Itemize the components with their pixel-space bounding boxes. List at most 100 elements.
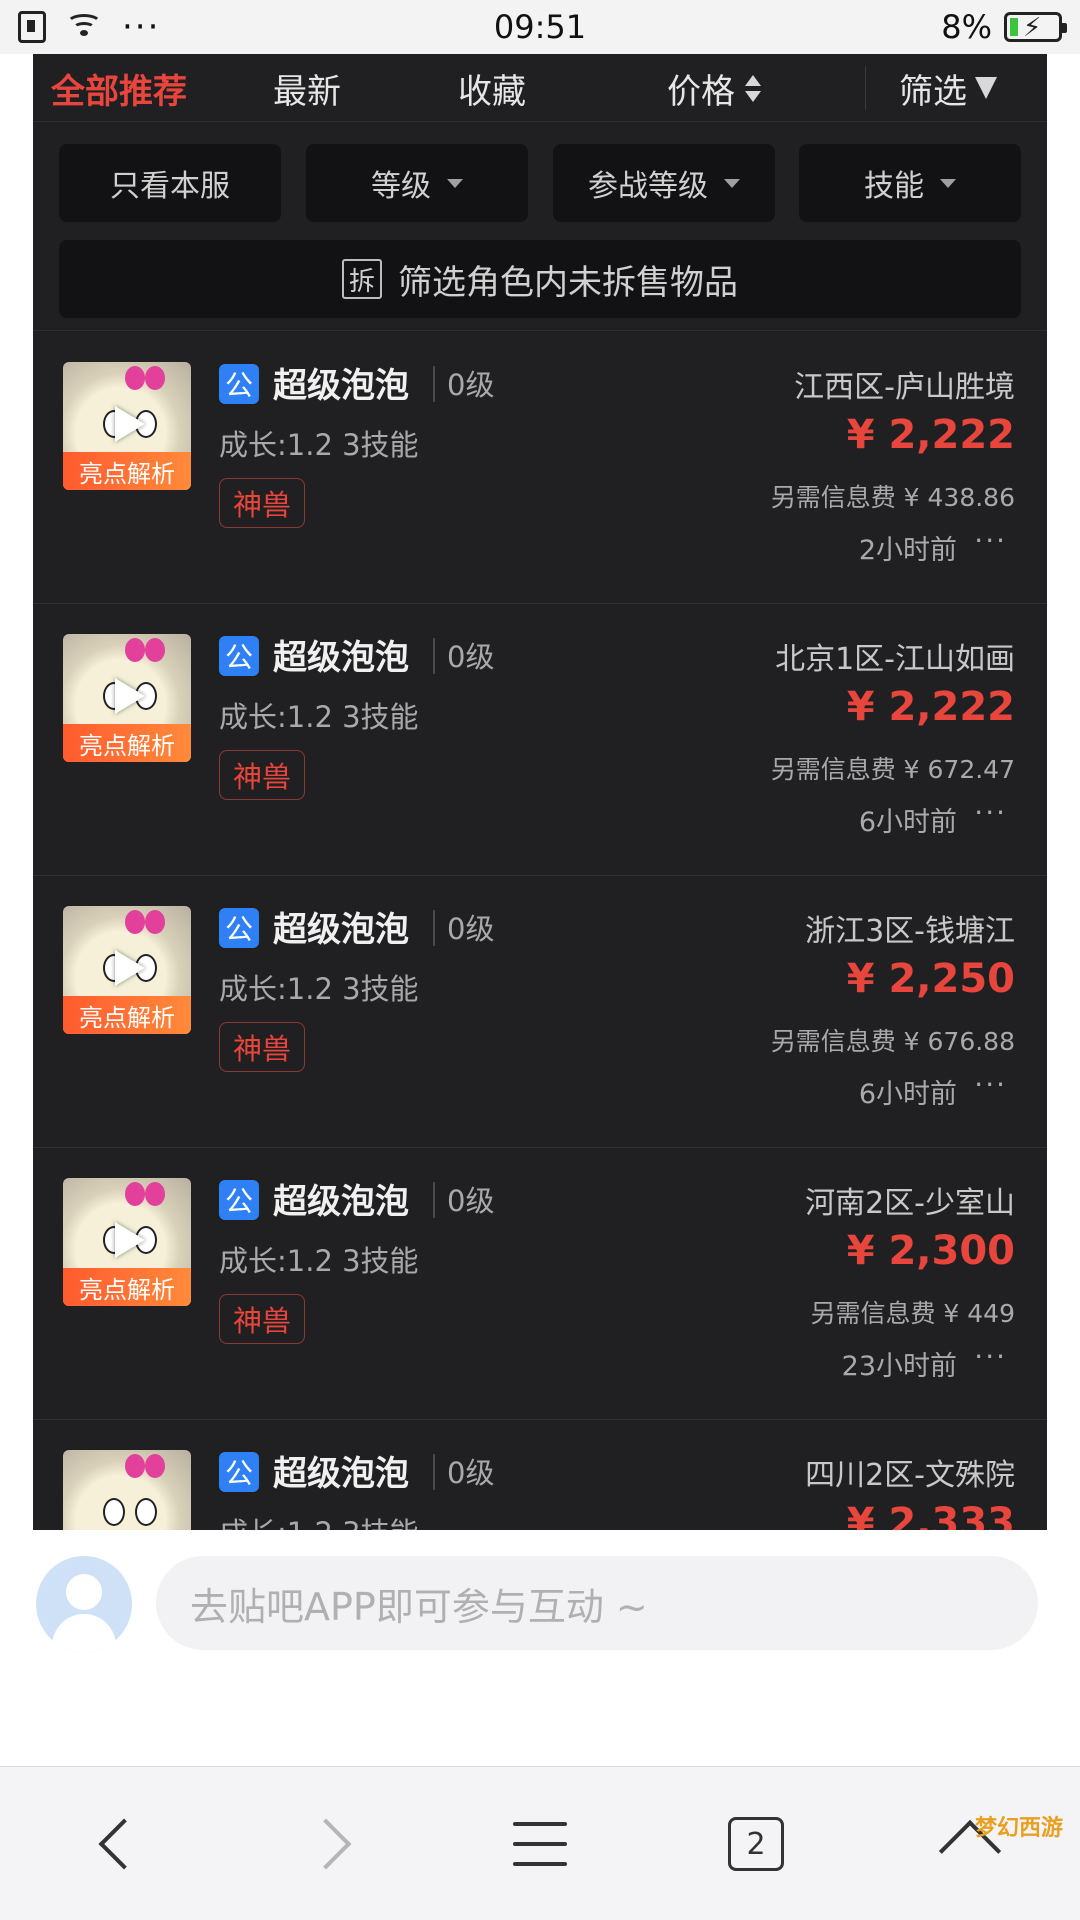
status-right: 8% ⚡ bbox=[941, 8, 1067, 46]
pet-name: 超级泡泡 bbox=[273, 638, 409, 678]
unsold-items-filter[interactable]: 拆 筛选角色内未拆售物品 bbox=[59, 240, 1021, 318]
pet-thumbnail[interactable]: 亮点解析 bbox=[63, 1178, 191, 1306]
pet-growth: 成长:1.2 3技能 bbox=[219, 1244, 419, 1278]
tabs-button[interactable]: 2 bbox=[716, 1807, 796, 1881]
browser-bottom-bar: 2 梦幻西游 bbox=[0, 1766, 1080, 1920]
highlight-badge: 亮点解析 bbox=[63, 452, 191, 490]
listing-item[interactable]: 亮点解析 公 超级泡泡 0级 成长:1.2 3技能 神兽 北京1区-江山如画 ¥… bbox=[33, 604, 1047, 876]
pet-level: 0级 bbox=[447, 640, 495, 674]
highlight-badge: 亮点解析 bbox=[63, 996, 191, 1034]
divider bbox=[433, 1182, 435, 1218]
pet-level: 0级 bbox=[447, 912, 495, 946]
pet-name: 超级泡泡 bbox=[273, 910, 409, 950]
avatar[interactable] bbox=[36, 1556, 132, 1652]
top-nav: 全部推荐 最新 收藏 价格 筛选 bbox=[33, 54, 1047, 122]
pet-thumbnail[interactable] bbox=[63, 1450, 191, 1530]
public-badge: 公 bbox=[219, 1452, 259, 1492]
play-icon bbox=[115, 406, 145, 442]
divine-beast-tag: 神兽 bbox=[219, 750, 305, 800]
listed-time: 6小时前 bbox=[858, 807, 957, 838]
divine-beast-tag: 神兽 bbox=[219, 1022, 305, 1072]
pet-growth: 成长:1.2 3技能 bbox=[219, 700, 419, 734]
filter-battle-level[interactable]: 参战等级 bbox=[553, 144, 775, 222]
pet-thumbnail[interactable]: 亮点解析 bbox=[63, 906, 191, 1034]
filter-skills-label: 技能 bbox=[864, 169, 924, 204]
tab-favorites[interactable]: 收藏 bbox=[458, 54, 526, 122]
more-options-icon[interactable]: ··· bbox=[974, 524, 1007, 557]
chai-icon: 拆 bbox=[342, 259, 382, 299]
watermark-logo: 梦幻西游 bbox=[964, 1817, 1074, 1897]
filter-this-server-label: 只看本服 bbox=[110, 169, 230, 204]
chevron-left-icon bbox=[98, 1818, 150, 1870]
status-overflow-icon: ··· bbox=[122, 7, 161, 47]
listing-item[interactable]: 公 超级泡泡 0级 成长:1.2 3技能 四川2区-文殊院 ¥ 2,333 bbox=[33, 1420, 1047, 1530]
divider bbox=[433, 366, 435, 402]
filter-level-label: 等级 bbox=[371, 169, 431, 204]
menu-button[interactable] bbox=[500, 1807, 580, 1881]
play-icon bbox=[115, 950, 145, 986]
divider bbox=[33, 330, 1047, 331]
listing-item[interactable]: 亮点解析 公 超级泡泡 0级 成长:1.2 3技能 神兽 河南2区-少室山 ¥ … bbox=[33, 1148, 1047, 1420]
public-badge: 公 bbox=[219, 908, 259, 948]
info-fee: 另需信息费 ¥ 676.88 bbox=[770, 1027, 1015, 1056]
comment-input[interactable]: 去贴吧APP即可参与互动 ~ bbox=[156, 1556, 1038, 1650]
pet-growth: 成长:1.2 3技能 bbox=[219, 428, 419, 462]
tab-all-recommended[interactable]: 全部推荐 bbox=[51, 54, 187, 122]
sort-arrows-icon bbox=[745, 74, 761, 102]
filter-button[interactable]: 筛选 bbox=[899, 54, 997, 122]
price: ¥ 2,333 bbox=[846, 1500, 1015, 1530]
pet-name: 超级泡泡 bbox=[273, 366, 409, 406]
caret-down-icon bbox=[447, 178, 463, 188]
wifi-icon bbox=[64, 12, 104, 42]
pet-level: 0级 bbox=[447, 1456, 495, 1490]
back-button[interactable] bbox=[84, 1807, 164, 1881]
pet-level: 0级 bbox=[447, 1184, 495, 1218]
filter-this-server[interactable]: 只看本服 bbox=[59, 144, 281, 222]
highlight-badge: 亮点解析 bbox=[63, 1268, 191, 1306]
highlight-badge: 亮点解析 bbox=[63, 724, 191, 762]
tab-price[interactable]: 价格 bbox=[667, 54, 761, 122]
pet-thumbnail[interactable]: 亮点解析 bbox=[63, 362, 191, 490]
filter-skills[interactable]: 技能 bbox=[799, 144, 1021, 222]
server-name: 浙江3区-钱塘江 bbox=[805, 914, 1015, 949]
server-name: 江西区-庐山胜境 bbox=[794, 370, 1015, 405]
divine-beast-tag: 神兽 bbox=[219, 478, 305, 528]
listing-item[interactable]: 亮点解析 公 超级泡泡 0级 成长:1.2 3技能 神兽 江西区-庐山胜境 ¥ … bbox=[33, 332, 1047, 604]
tab-latest[interactable]: 最新 bbox=[273, 54, 341, 122]
pet-name: 超级泡泡 bbox=[273, 1182, 409, 1222]
caret-down-icon bbox=[724, 178, 740, 188]
price: ¥ 2,222 bbox=[846, 684, 1015, 730]
listing-panel: 全部推荐 最新 收藏 价格 筛选 只看本服 等级 参战等级 技能 拆 筛选角色内… bbox=[33, 54, 1047, 1530]
chevron-right-icon bbox=[300, 1818, 352, 1870]
divider bbox=[433, 1454, 435, 1490]
price: ¥ 2,250 bbox=[846, 956, 1015, 1002]
unsold-items-label: 筛选角色内未拆售物品 bbox=[398, 262, 738, 303]
filter-battle-level-label: 参战等级 bbox=[588, 169, 708, 204]
caret-down-icon bbox=[940, 178, 956, 188]
public-badge: 公 bbox=[219, 364, 259, 404]
more-options-icon[interactable]: ··· bbox=[974, 1068, 1007, 1101]
comment-area: 去贴吧APP即可参与互动 ~ bbox=[0, 1530, 1080, 1766]
funnel-icon bbox=[975, 77, 997, 99]
server-name: 河南2区-少室山 bbox=[805, 1186, 1015, 1221]
listing-item[interactable]: 亮点解析 公 超级泡泡 0级 成长:1.2 3技能 神兽 浙江3区-钱塘江 ¥ … bbox=[33, 876, 1047, 1148]
pet-level: 0级 bbox=[447, 368, 495, 402]
divider bbox=[433, 638, 435, 674]
server-name: 四川2区-文殊院 bbox=[805, 1458, 1015, 1493]
price: ¥ 2,300 bbox=[846, 1228, 1015, 1274]
server-name: 北京1区-江山如画 bbox=[775, 642, 1015, 677]
tabs-icon: 2 bbox=[728, 1817, 784, 1871]
pet-growth: 成长:1.2 3技能 bbox=[219, 1510, 419, 1530]
pet-thumbnail[interactable]: 亮点解析 bbox=[63, 634, 191, 762]
more-options-icon[interactable]: ··· bbox=[974, 796, 1007, 829]
menu-icon bbox=[513, 1822, 567, 1866]
more-options-icon[interactable]: ··· bbox=[974, 1340, 1007, 1373]
forward-button[interactable] bbox=[286, 1807, 366, 1881]
divider bbox=[433, 910, 435, 946]
info-fee: 另需信息费 ¥ 449 bbox=[810, 1299, 1015, 1328]
filter-label: 筛选 bbox=[899, 71, 967, 112]
filter-row: 只看本服 等级 参战等级 技能 bbox=[59, 144, 1021, 224]
tab-price-label: 价格 bbox=[667, 71, 735, 112]
filter-level[interactable]: 等级 bbox=[306, 144, 528, 222]
play-icon bbox=[115, 1222, 145, 1258]
